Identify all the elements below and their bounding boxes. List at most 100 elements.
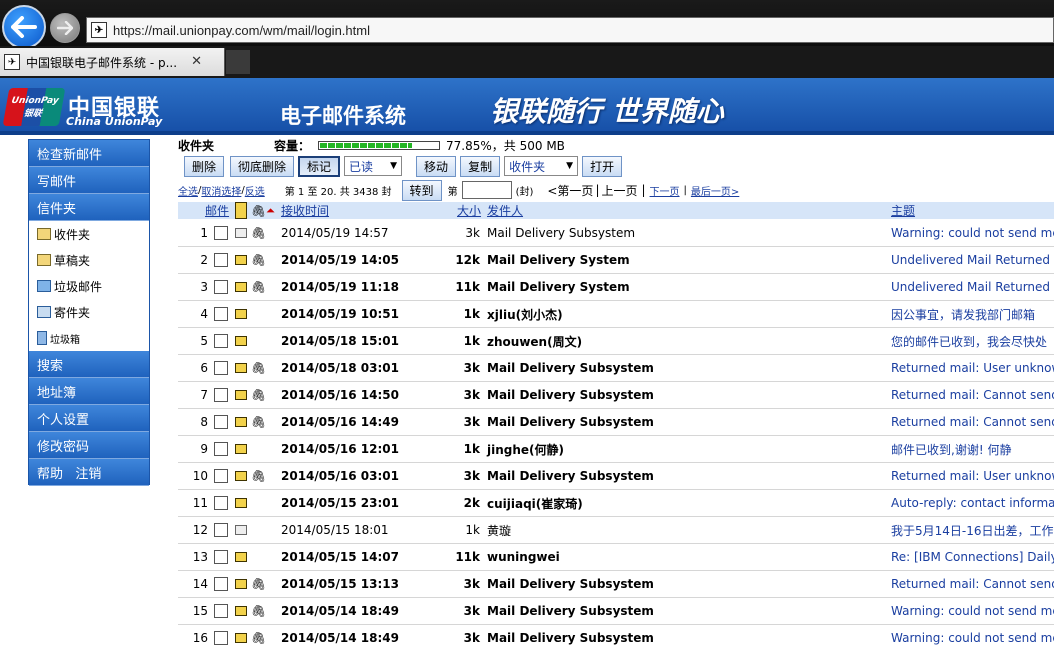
sidebar-folder-spam[interactable]: 垃圾邮件	[29, 273, 149, 299]
address-bar[interactable]: ✈ https://mail.unionpay.com/wm/mail/logi…	[86, 17, 1054, 43]
subject-link[interactable]: Warning: could not send me	[891, 598, 1054, 624]
goto-button[interactable]: 转到	[401, 179, 442, 201]
sidebar-folder-inbox[interactable]: 收件夹	[29, 221, 149, 247]
sidebar-item-settings[interactable]: 个人设置	[29, 405, 149, 432]
row-checkbox[interactable]	[214, 382, 228, 408]
sender[interactable]: Mail Delivery Subsystem	[487, 382, 654, 408]
table-row[interactable]: 2 🖇 2014/05/19 14:05 12k Mail Delivery Syste…	[178, 247, 1054, 274]
col-mail[interactable]: 邮件	[205, 202, 229, 219]
col-subject[interactable]: 主题	[891, 202, 915, 219]
sidebar-item-address-book[interactable]: 地址簿	[29, 378, 149, 405]
cancel-select-link[interactable]: 取消选择	[201, 183, 241, 198]
sidebar-item-change-password[interactable]: 修改密码	[29, 432, 149, 459]
subject-link[interactable]: Warning: could not send me	[891, 220, 1054, 246]
row-checkbox[interactable]	[214, 598, 228, 624]
subject-link[interactable]: 我于5月14日-16日出差，工作	[891, 517, 1054, 543]
mark-select[interactable]: 已读 ▼	[344, 156, 403, 176]
table-row[interactable]: 15 🖇 2014/05/14 18:49 3k Mail Delivery Subsy…	[178, 598, 1054, 625]
table-row[interactable]: 12 2014/05/15 18:01 1k 黄璇 我于5月14日-16日出差，工作	[178, 517, 1054, 544]
sender[interactable]: Mail Delivery Subsystem	[487, 409, 654, 435]
row-checkbox[interactable]	[214, 220, 228, 246]
first-page-link[interactable]: <第一页	[547, 182, 593, 199]
subject-link[interactable]: Re: [IBM Connections] Daily	[891, 544, 1054, 570]
sidebar-item-help-logout[interactable]: 帮助 注销	[29, 459, 149, 486]
table-row[interactable]: 16 🖇 2014/05/14 18:49 3k Mail Delivery Subsy…	[178, 625, 1054, 645]
invert-select-link[interactable]: 反选	[245, 183, 265, 198]
sender[interactable]: Mail Delivery Subsystem	[487, 598, 654, 624]
sender[interactable]: Mail Delivery Subsystem	[487, 355, 654, 381]
purge-button[interactable]: 彻底删除	[230, 155, 295, 177]
sender[interactable]: wuningwei	[487, 544, 560, 570]
sidebar-item-check-mail[interactable]: 检查新邮件	[29, 140, 149, 167]
last-page-link[interactable]: 最后一页>	[691, 183, 739, 198]
table-row[interactable]: 14 🖇 2014/05/15 13:13 3k Mail Delivery Subsy…	[178, 571, 1054, 598]
sender[interactable]: Mail Delivery Subsystem	[487, 571, 654, 597]
delete-button[interactable]: 删除	[184, 155, 225, 177]
row-checkbox[interactable]	[214, 247, 228, 273]
table-row[interactable]: 7 🖇 2014/05/16 14:50 3k Mail Delivery Subsys…	[178, 382, 1054, 409]
row-checkbox[interactable]	[214, 301, 228, 327]
sidebar-item-search[interactable]: 搜索	[29, 351, 149, 378]
row-checkbox[interactable]	[214, 571, 228, 597]
table-row[interactable]: 9 2014/05/16 12:01 1k jinghe(何静) 邮件已收到,谢谢! 何…	[178, 436, 1054, 463]
sender[interactable]: jinghe(何静)	[487, 436, 564, 462]
sender[interactable]: Mail Delivery System	[487, 247, 630, 273]
row-checkbox[interactable]	[214, 355, 228, 381]
row-checkbox[interactable]	[214, 625, 228, 645]
subject-link[interactable]: Returned mail: Cannot send	[891, 571, 1054, 597]
new-tab-button[interactable]	[226, 50, 250, 74]
table-row[interactable]: 1 🖇 2014/05/19 14:57 3k Mail Delivery Subsys…	[178, 220, 1054, 247]
subject-link[interactable]: Undelivered Mail Returned to	[891, 247, 1054, 273]
next-page-link[interactable]: 下一页	[650, 183, 680, 198]
subject-link[interactable]: 邮件已收到,谢谢! 何静	[891, 436, 1011, 462]
col-received[interactable]: 接收时间	[281, 202, 329, 219]
select-all-link[interactable]: 全选	[178, 183, 198, 198]
sender[interactable]: zhouwen(周文)	[487, 328, 582, 354]
row-checkbox[interactable]	[214, 328, 228, 354]
sidebar-item-compose[interactable]: 写邮件	[29, 167, 149, 194]
move-button[interactable]: 移动	[416, 155, 457, 177]
sender[interactable]: Mail Delivery Subsystem	[487, 625, 654, 645]
sender[interactable]: xjliu(刘小杰)	[487, 301, 563, 327]
sender[interactable]: 黄璇	[487, 517, 511, 543]
row-checkbox[interactable]	[214, 490, 228, 516]
tab-mail[interactable]: ✈ 中国银联电子邮件系统 - p... ✕	[0, 48, 225, 76]
sidebar-item-folders[interactable]: 信件夹	[29, 194, 149, 221]
open-button[interactable]: 打开	[582, 155, 623, 177]
row-checkbox[interactable]	[214, 409, 228, 435]
table-row[interactable]: 10 🖇 2014/05/16 03:01 3k Mail Delivery Subsy…	[178, 463, 1054, 490]
subject-link[interactable]: 因公事宜，请发我部门邮箱	[891, 301, 1035, 327]
table-row[interactable]: 13 2014/05/15 14:07 11k wuningwei Re: [IBM C…	[178, 544, 1054, 571]
table-row[interactable]: 8 🖇 2014/05/16 14:49 3k Mail Delivery Subsys…	[178, 409, 1054, 436]
prev-page-link[interactable]: 上一页	[601, 182, 637, 199]
subject-link[interactable]: Undelivered Mail Returned to	[891, 274, 1054, 300]
sender[interactable]: Mail Delivery System	[487, 274, 630, 300]
table-row[interactable]: 6 🖇 2014/05/18 03:01 3k Mail Delivery Subsys…	[178, 355, 1054, 382]
sidebar-folder-sent[interactable]: 寄件夹	[29, 299, 149, 325]
row-checkbox[interactable]	[214, 517, 228, 543]
goto-page-input[interactable]	[461, 181, 512, 199]
subject-link[interactable]: Returned mail: Cannot send	[891, 382, 1054, 408]
folder-select[interactable]: 收件夹 ▼	[504, 156, 579, 176]
row-checkbox[interactable]	[214, 436, 228, 462]
copy-button[interactable]: 复制	[460, 155, 501, 177]
subject-link[interactable]: 您的邮件已收到，我会尽快处	[891, 328, 1047, 354]
col-from[interactable]: 发件人	[487, 202, 523, 219]
subject-link[interactable]: Returned mail: User unknow	[891, 463, 1054, 489]
subject-link[interactable]: Warning: could not send me	[891, 625, 1054, 645]
mark-button[interactable]: 标记	[298, 155, 341, 177]
row-checkbox[interactable]	[214, 463, 228, 489]
subject-link[interactable]: Returned mail: Cannot send	[891, 409, 1054, 435]
table-row[interactable]: 11 2014/05/15 23:01 2k cuijiaqi(崔家琦) Auto-re…	[178, 490, 1054, 517]
col-size[interactable]: 大小	[457, 202, 481, 219]
back-button[interactable]	[2, 5, 46, 49]
sender[interactable]: cuijiaqi(崔家琦)	[487, 490, 583, 516]
sender[interactable]: Mail Delivery Subsystem	[487, 220, 635, 246]
row-checkbox[interactable]	[214, 544, 228, 570]
sender[interactable]: Mail Delivery Subsystem	[487, 463, 654, 489]
row-checkbox[interactable]	[214, 274, 228, 300]
close-tab-icon[interactable]: ✕	[191, 54, 202, 69]
sidebar-folder-trash[interactable]: 垃圾箱	[29, 325, 149, 351]
subject-link[interactable]: Returned mail: User unknow	[891, 355, 1054, 381]
forward-button[interactable]	[50, 13, 80, 43]
